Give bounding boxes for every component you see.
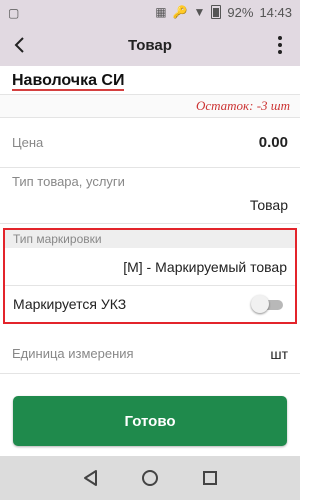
notification-icon: ▢	[8, 5, 20, 20]
overflow-menu-button[interactable]	[260, 24, 300, 66]
marking-section-highlight: Тип маркировки [М] - Маркируемый товар М…	[3, 228, 297, 324]
marking-type-label: Тип маркировки	[5, 230, 295, 248]
unit-field[interactable]: Единица измерения шт	[0, 330, 300, 374]
battery-icon	[211, 5, 222, 19]
status-left: ▢	[8, 5, 155, 20]
battery-percent: 92%	[227, 4, 254, 20]
square-recents-icon	[203, 471, 217, 485]
price-value: 0.00	[258, 134, 288, 151]
status-right: ▦ 🔑 ▼ 92% 14:43	[155, 5, 292, 20]
price-field[interactable]: Цена 0.00	[0, 118, 300, 168]
ukz-label: Маркируется УКЗ	[13, 296, 127, 312]
price-label: Цена	[12, 135, 44, 150]
clock: 14:43	[259, 4, 292, 20]
page-title: Товар	[128, 36, 172, 54]
system-nav-bar	[0, 456, 300, 500]
ukz-toggle[interactable]	[251, 295, 287, 313]
ukz-row: Маркируется УКЗ	[5, 286, 295, 322]
more-vert-icon	[278, 36, 282, 54]
marking-type-select[interactable]: [М] - Маркируемый товар	[5, 248, 295, 286]
app-bar: Товар	[0, 24, 300, 66]
back-button[interactable]	[0, 24, 40, 66]
key-icon: 🔑	[172, 5, 188, 19]
toggle-knob	[251, 295, 269, 313]
wifi-icon: ▼	[193, 5, 206, 19]
circle-home-icon	[142, 470, 158, 486]
nav-home-button[interactable]	[140, 468, 160, 488]
product-type-label: Тип товара, услуги	[12, 174, 125, 189]
vibrate-icon: ▦	[155, 5, 167, 19]
back-arrow-icon	[14, 37, 24, 53]
product-type-field[interactable]: Тип товара, услуги Товар	[0, 168, 300, 224]
triangle-back-icon	[84, 470, 97, 486]
unit-value: шт	[270, 345, 288, 362]
status-bar: ▢ ▦ 🔑 ▼ 92% 14:43	[0, 0, 300, 24]
product-type-value: Товар	[249, 197, 288, 213]
nav-back-button[interactable]	[80, 468, 100, 488]
stock-label: Остаток: -3 шт	[0, 94, 300, 118]
done-button[interactable]: Готово	[13, 396, 287, 446]
product-name: Наволочка СИ	[0, 66, 300, 94]
unit-label: Единица измерения	[12, 346, 134, 361]
product-name-text: Наволочка СИ	[12, 72, 125, 91]
nav-recents-button[interactable]	[200, 468, 220, 488]
marking-type-value: [М] - Маркируемый товар	[123, 258, 287, 275]
